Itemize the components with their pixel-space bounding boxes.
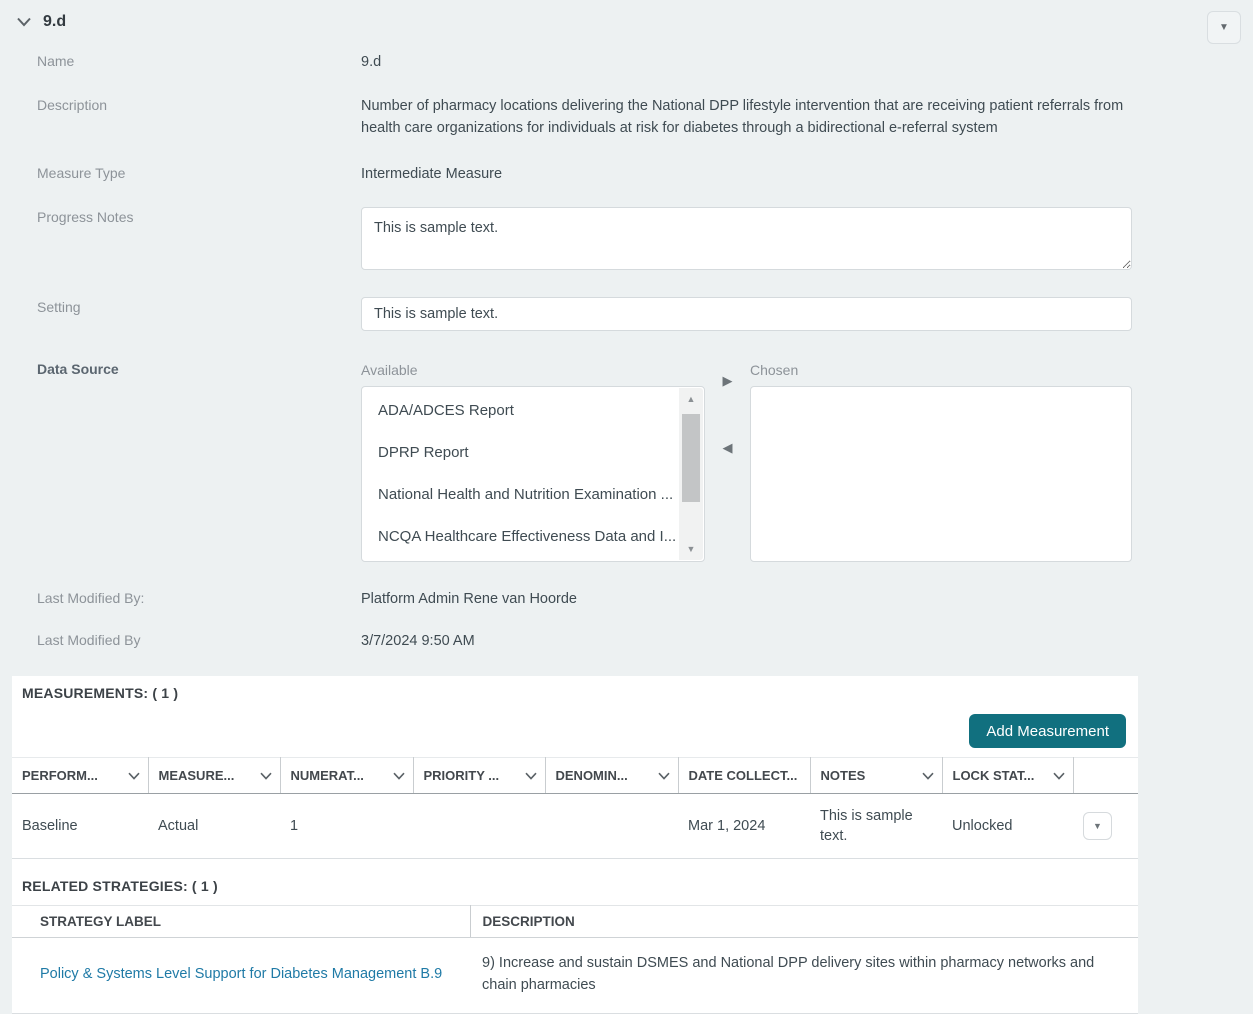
cell-notes: This is sample text. xyxy=(810,793,942,859)
list-item[interactable]: ADA/ADCES Report xyxy=(362,390,678,432)
cell-actions: ▼ xyxy=(1073,793,1138,859)
setting-label: Setting xyxy=(37,299,81,315)
last-modified-by-name-value: Platform Admin Rene van Hoorde xyxy=(361,591,577,607)
available-listbox[interactable]: ADA/ADCES Report DPRP Report National He… xyxy=(361,386,705,562)
data-source-dual-list: Available ADA/ADCES Report DPRP Report N… xyxy=(361,359,1132,562)
description-label: Description xyxy=(37,97,108,113)
related-strategies-heading: RELATED STRATEGIES: ( 1 ) xyxy=(22,878,218,894)
chosen-listbox[interactable] xyxy=(750,386,1132,562)
caret-down-icon: ▼ xyxy=(1093,820,1102,831)
cell-date-collected: Mar 1, 2024 xyxy=(678,793,810,859)
form-row-setting: Setting xyxy=(0,297,1253,331)
strategies-header-row: STRATEGY LABEL DESCRIPTION xyxy=(12,905,1138,938)
list-item[interactable]: National Health and Nutrition Examinatio… xyxy=(362,474,678,516)
chevron-down-icon[interactable] xyxy=(127,772,140,780)
page-title: 9.d xyxy=(43,13,67,30)
column-header-notes[interactable]: NOTES xyxy=(810,757,943,794)
chevron-down-icon[interactable] xyxy=(524,772,537,780)
chosen-label: Chosen xyxy=(750,362,799,378)
table-row: Policy & Systems Level Support for Diabe… xyxy=(12,937,1138,1014)
form-row-progress-notes: Progress Notes This is sample text. xyxy=(0,207,1253,277)
column-header-strategy-description[interactable]: DESCRIPTION xyxy=(470,905,1138,938)
column-header-measure[interactable]: MEASURE... xyxy=(148,757,281,794)
column-header-priority[interactable]: PRIORITY ... xyxy=(413,757,546,794)
scroll-down-icon[interactable]: ▼ xyxy=(679,538,703,560)
form-row-last-modified-by-date: Last Modified By 3/7/2024 9:50 AM xyxy=(0,630,1253,652)
form-row-data-source: Data Source Available ADA/ADCES Report D… xyxy=(0,359,1253,562)
table-row: Baseline Actual 1 Mar 1, 2024 This is sa… xyxy=(12,793,1138,859)
column-header-denominator[interactable]: DENOMIN... xyxy=(545,757,679,794)
column-header-strategy-label[interactable]: STRATEGY LABEL xyxy=(12,905,471,938)
chevron-down-icon[interactable] xyxy=(1052,772,1065,780)
related-strategies-table: STRATEGY LABEL DESCRIPTION Policy & Syst… xyxy=(12,905,1138,1014)
measurements-panel: MEASUREMENTS: ( 1 ) Add Measurement PERF… xyxy=(12,676,1138,1014)
cell-numerator: 1 xyxy=(280,793,413,859)
chevron-down-icon[interactable] xyxy=(392,772,405,780)
available-label: Available xyxy=(361,362,418,378)
chevron-down-icon[interactable] xyxy=(16,17,32,27)
move-right-icon[interactable]: ▶ xyxy=(721,372,735,389)
list-item[interactable]: NCQA Healthcare Effectiveness Data and I… xyxy=(362,516,678,558)
cell-denominator xyxy=(545,793,678,859)
measure-detail-section: 9.d ▼ Name 9.d Description Number of pha… xyxy=(0,0,1253,652)
setting-input[interactable] xyxy=(361,297,1132,331)
form-row-last-modified-by-name: Last Modified By: Platform Admin Rene va… xyxy=(0,588,1253,610)
list-item[interactable]: DPRP Report xyxy=(362,432,678,474)
column-header-date-collected[interactable]: DATE COLLECT... xyxy=(678,757,811,794)
scroll-up-icon[interactable]: ▲ xyxy=(679,388,703,410)
form-row-name: Name 9.d xyxy=(0,51,1253,73)
measure-type-label: Measure Type xyxy=(37,165,126,181)
data-source-label: Data Source xyxy=(37,361,119,377)
column-header-actions xyxy=(1073,757,1138,794)
name-label: Name xyxy=(37,53,75,69)
form-row-description: Description Number of pharmacy locations… xyxy=(0,95,1253,139)
strategy-link[interactable]: Policy & Systems Level Support for Diabe… xyxy=(40,966,442,982)
last-modified-by-date-value: 3/7/2024 9:50 AM xyxy=(361,633,475,649)
scrollbar-thumb[interactable] xyxy=(682,414,700,502)
scrollbar[interactable]: ▲ ▼ xyxy=(679,388,703,560)
chevron-down-icon[interactable] xyxy=(921,772,934,780)
progress-notes-textarea[interactable]: This is sample text. xyxy=(361,207,1132,270)
section-header: 9.d xyxy=(0,10,1253,33)
chevron-down-icon[interactable] xyxy=(657,772,670,780)
cell-performance: Baseline xyxy=(12,793,148,859)
last-modified-by-date-label: Last Modified By xyxy=(37,632,141,648)
caret-down-icon: ▼ xyxy=(1219,21,1229,33)
column-header-performance[interactable]: PERFORM... xyxy=(12,757,149,794)
description-value: Number of pharmacy locations delivering … xyxy=(361,98,1124,136)
column-header-lock-status[interactable]: LOCK STAT... xyxy=(942,757,1074,794)
form-row-measure-type: Measure Type Intermediate Measure xyxy=(0,163,1253,185)
measurements-header-row: PERFORM... MEASURE... NUMERAT... PRIORIT… xyxy=(12,757,1138,794)
measurements-table: PERFORM... MEASURE... NUMERAT... PRIORIT… xyxy=(12,757,1138,859)
cell-lock-status: Unlocked xyxy=(942,793,1073,859)
section-menu-button[interactable]: ▼ xyxy=(1207,11,1241,44)
move-left-icon[interactable]: ◀ xyxy=(721,439,735,456)
cell-measure: Actual xyxy=(148,793,280,859)
progress-notes-label: Progress Notes xyxy=(37,209,134,225)
name-value: 9.d xyxy=(361,54,382,70)
measurements-heading: MEASUREMENTS: ( 1 ) xyxy=(22,685,179,701)
measure-type-value: Intermediate Measure xyxy=(361,166,503,182)
column-header-numerator[interactable]: NUMERAT... xyxy=(280,757,414,794)
add-measurement-button[interactable]: Add Measurement xyxy=(969,714,1126,748)
cell-priority xyxy=(413,793,545,859)
row-menu-button[interactable]: ▼ xyxy=(1083,812,1112,840)
last-modified-by-name-label: Last Modified By: xyxy=(37,590,145,606)
cell-strategy-description: 9) Increase and sustain DSMES and Nation… xyxy=(470,937,1138,1014)
chevron-down-icon[interactable] xyxy=(259,772,272,780)
